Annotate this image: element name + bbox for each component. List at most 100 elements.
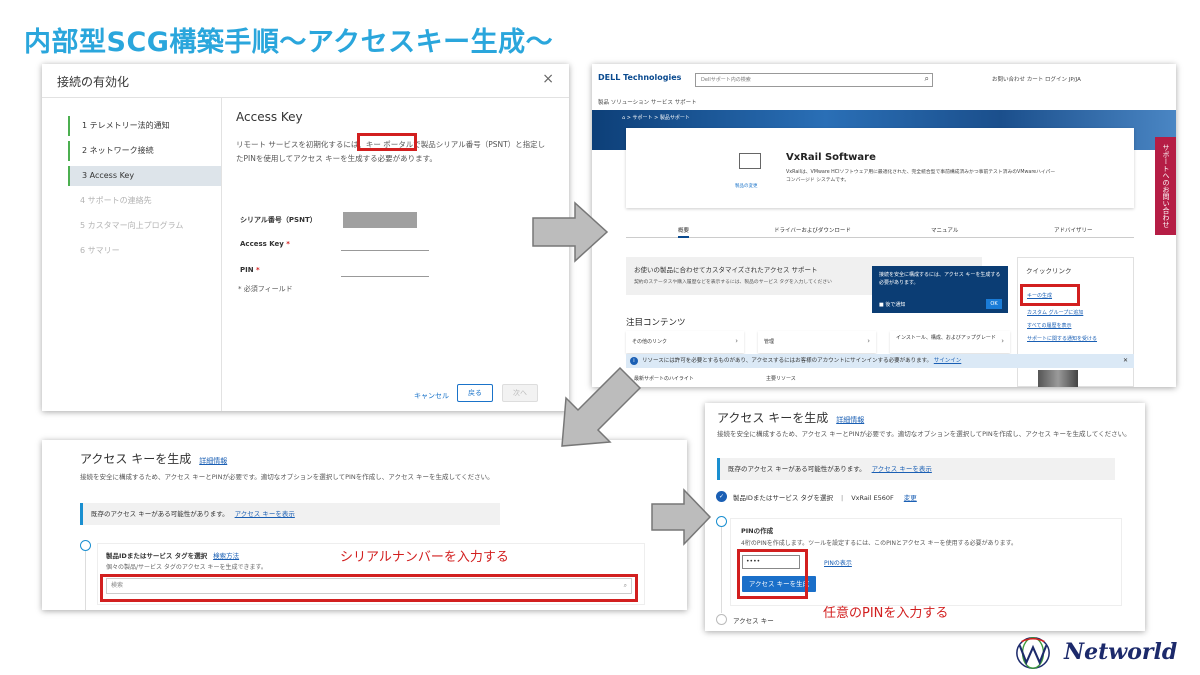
featured-card-links[interactable]: その他のリンク › [626, 331, 744, 353]
show-pin-link[interactable]: PINの表示 [824, 558, 852, 567]
arrow-right-icon [651, 488, 712, 546]
close-icon[interactable]: ✕ [1123, 354, 1128, 368]
product-select-title: 製品IDまたはサービス タグを選択 検索方法 [106, 552, 240, 560]
key-resources-card[interactable]: 主要リソース [766, 375, 796, 382]
step-customer-program: 5 カスタマー向上プログラム [80, 221, 184, 230]
featured-content-title: 注目コンテンツ [626, 318, 686, 328]
access-key-heading: Access Key [236, 110, 303, 124]
selected-product-line: 製品IDまたはサービス タグを選択 | VxRail E560F 変更 [733, 494, 917, 502]
step-circle-icon [80, 540, 91, 551]
arrow-down-left-icon [561, 366, 642, 447]
back-button[interactable]: 戻る [457, 384, 493, 402]
featured-card-manage[interactable]: 管理 › [758, 331, 876, 353]
more-info-link[interactable]: 詳細情報 [836, 416, 864, 424]
notify-later-checkbox[interactable]: ■ 後で通知 [879, 301, 905, 309]
step-connector [721, 527, 722, 613]
view-access-key-link[interactable]: アクセス キーを表示 [235, 510, 295, 518]
pin-create-title: PINの作成 [741, 527, 774, 535]
more-info-link[interactable]: 詳細情報 [199, 457, 227, 465]
access-key-step-label: アクセス キー [733, 617, 774, 625]
pin-input[interactable]: •••• [742, 555, 800, 569]
dialog-header: 接続の有効化 × [42, 64, 569, 98]
step-access-key[interactable]: 3 Access Key [68, 166, 221, 186]
access-key-form: Access Key リモート サービスを初期化するには、キー ポータルで製品シ… [236, 98, 556, 411]
product-name: VxRail Software [786, 152, 876, 163]
generate-key-link[interactable]: キーの生成 [1027, 292, 1052, 299]
dell-logo[interactable]: DELL Technologies [598, 73, 681, 82]
server-icon [739, 153, 761, 169]
generate-key-page-serial: アクセス キーを生成 詳細情報 接続を安全に構成するため、アクセス キーとPINが… [42, 440, 687, 610]
step-summary: 6 サマリー [80, 246, 120, 255]
signin-link[interactable]: サインイン [934, 358, 962, 364]
required-note: * 必須フィールド [238, 285, 293, 293]
step-telemetry[interactable]: 1 テレメトリー法的通知 [68, 116, 221, 136]
breadcrumb[interactable]: ⌂ > サポート > 製品サポート [622, 114, 690, 121]
brand-name: Networld [1064, 639, 1178, 665]
step-network[interactable]: 2 ネットワーク接続 [68, 141, 221, 161]
dell-main-nav[interactable]: 製品 ソリューション サービス サポート [598, 98, 697, 106]
tab-drivers[interactable]: ドライバーおよびダウンロード [774, 226, 851, 234]
step-circle-icon [716, 516, 727, 527]
access-key-input[interactable] [341, 250, 429, 251]
serial-field-redacted[interactable] [343, 212, 417, 228]
add-custom-group-link[interactable]: カスタム グループに追加 [1027, 309, 1083, 316]
product-select-sub: 個々の製品/サービス タグのアクセス キーを生成できます。 [106, 564, 267, 571]
networld-logo-icon [1016, 637, 1050, 669]
tooltip-ok-button[interactable]: OK [986, 299, 1002, 309]
selected-product: VxRail E560F [851, 494, 894, 502]
dell-topbar: DELL Technologies Dellサポート内の検索 ⌕ お問い合わせ … [592, 64, 1176, 94]
contact-support-tab[interactable]: サポートへのお問い合わせ [1155, 137, 1176, 235]
custom-support-desc: 契約のステータスや購入履歴などを表示するには、製品のサービス タグを入力してくだ… [634, 280, 832, 285]
dell-search-input[interactable]: Dellサポート内の検索 ⌕ [695, 73, 933, 87]
change-link[interactable]: 変更 [904, 494, 917, 502]
generate-key-title: アクセス キーを生成 詳細情報 [717, 411, 865, 425]
dialog-title: 接続の有効化 [57, 75, 130, 89]
view-access-key-link[interactable]: アクセス キーを表示 [872, 465, 932, 473]
search-icon[interactable]: ⌕ [624, 579, 627, 593]
next-button[interactable]: 次へ [502, 384, 538, 402]
slide-title: 内部型SCG構築手順〜アクセスキー生成〜 [24, 27, 554, 58]
pin-create-panel: PINの作成 4桁のPINを作成します。ツールを設定するには、このPINとアクセ… [730, 518, 1122, 606]
pin-input[interactable] [341, 276, 429, 277]
tab-overview[interactable]: 概要 [678, 226, 690, 238]
people-photo [1038, 370, 1078, 387]
access-key-tooltip: 接続を安全に構成するには、アクセス キーを生成する必要があります。 ■ 後で通知… [872, 266, 1008, 313]
product-tabs: 概要 ドライバーおよびダウンロード マニュアル アドバイザリー [626, 224, 1134, 238]
generate-key-title: アクセス キーを生成 詳細情報 [80, 452, 228, 466]
search-method-link[interactable]: 検索方法 [213, 552, 239, 560]
access-key-description: リモート サービスを初期化するには、キー ポータルで製品シリアル番号（PSNT）… [236, 140, 546, 163]
tab-advisory[interactable]: アドバイザリー [1054, 226, 1093, 234]
generate-access-key-button[interactable]: アクセス キーを生成 [742, 576, 816, 592]
generate-key-description: 接続を安全に構成するため、アクセス キーとPINが必要です。適切なオプションを選… [80, 473, 494, 481]
tab-manuals[interactable]: マニュアル [931, 226, 958, 234]
close-icon[interactable]: × [542, 71, 554, 87]
info-icon: i [630, 357, 638, 365]
check-icon: ✓ [716, 491, 727, 502]
wizard-steps: 1 テレメトリー法的通知 2 ネットワーク接続 3 Access Key 4 サ… [42, 98, 222, 411]
change-product-link[interactable]: 製品の変更 [735, 183, 758, 189]
product-card: 製品の変更 VxRail Software VxRailは、VMware HCI… [626, 128, 1134, 208]
view-history-link[interactable]: すべての履歴を表示 [1027, 322, 1071, 329]
support-highlight-card[interactable]: 最新サポートのハイライト [634, 375, 694, 382]
search-icon[interactable]: ⌕ [925, 73, 929, 85]
serial-label: シリアル番号（PSNT） [240, 216, 317, 224]
access-key-label: Access Key * [240, 240, 290, 248]
featured-card-install[interactable]: インストール、構成、およびアップグレード › [890, 331, 1010, 353]
existing-key-info: 既存のアクセス キーがある可能性があります。 アクセス キーを表示 [717, 458, 1115, 480]
custom-support-title: お使いの製品に合わせてカスタマイズされたアクセス サポート [634, 266, 818, 274]
pin-annotation: 任意のPINを入力する [823, 606, 949, 621]
quick-links-title: クイックリンク [1026, 267, 1072, 275]
serial-annotation: シリアルナンバーを入力する [340, 550, 509, 565]
arrow-right-icon [532, 201, 609, 263]
product-search-input[interactable]: 検索 ⌕ [106, 578, 632, 594]
support-notify-link[interactable]: サポートに関する通知を受ける [1027, 335, 1097, 342]
existing-key-info: 既存のアクセス キーがある可能性があります。 アクセス キーを表示 [80, 503, 500, 525]
signin-notice: i リソースには許可を必要とするものがあり、アクセスするにはお客様のアカウントに… [626, 354, 1134, 368]
enable-connection-dialog: 接続の有効化 × 1 テレメトリー法的通知 2 ネットワーク接続 3 Acces… [42, 64, 569, 411]
dell-top-links[interactable]: お問い合わせ カート ログイン JP/JA [992, 75, 1081, 83]
step-circle-icon [716, 614, 727, 625]
cancel-button[interactable]: キャンセル [414, 391, 449, 401]
pin-label: PIN * [240, 266, 260, 274]
step-connector [85, 551, 86, 610]
generate-key-description: 接続を安全に構成するため、アクセス キーとPINが必要です。適切なオプションを選… [717, 430, 1131, 438]
